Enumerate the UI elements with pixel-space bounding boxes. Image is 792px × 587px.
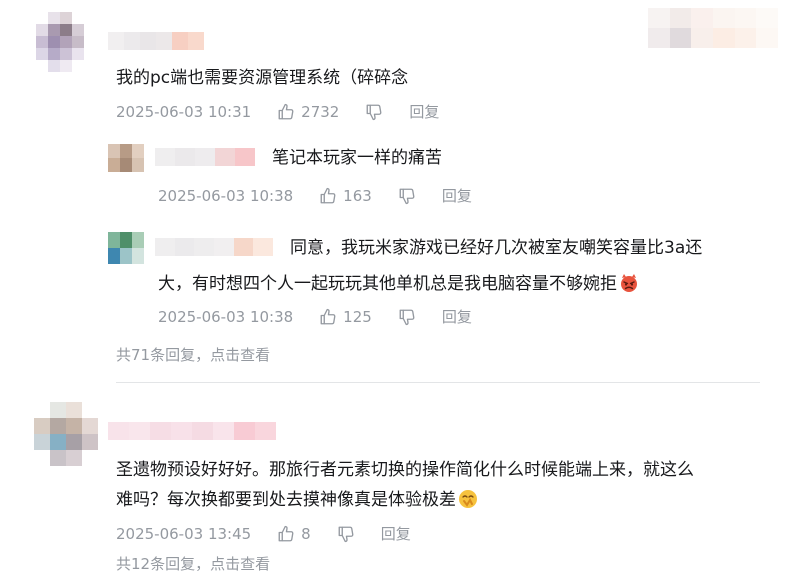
reply-button[interactable]: 回复 xyxy=(442,306,472,327)
dislike-button[interactable] xyxy=(398,308,416,326)
reply-text: 笔记本玩家一样的痛苦 xyxy=(272,148,442,168)
reply-button[interactable]: 回复 xyxy=(381,523,411,544)
comment-meta: 2025-06-03 10:31 2732 回复 xyxy=(116,101,439,122)
comment-text-line-2: 难吗？每次换都要到处去摸神像真是体验极差 xyxy=(116,488,478,512)
reply-username-blurred[interactable] xyxy=(155,148,255,166)
thumbs-down-icon xyxy=(338,526,354,542)
thumbs-up-icon xyxy=(278,103,294,119)
timestamp: 2025-06-03 10:31 xyxy=(116,102,252,121)
avatar[interactable] xyxy=(34,402,98,466)
view-replies-link[interactable]: 点击查看 xyxy=(210,346,270,364)
comment-meta: 2025-06-03 13:45 8 回复 xyxy=(116,523,411,544)
timestamp: 2025-06-03 10:38 xyxy=(158,307,294,326)
thumbs-down-icon xyxy=(399,188,415,204)
view-more-replies: 共71条回复，点击查看 xyxy=(116,344,270,365)
timestamp: 2025-06-03 10:38 xyxy=(158,186,294,205)
reply-count-text: 共71条回复， xyxy=(116,346,211,364)
comment-divider xyxy=(116,382,760,383)
like-count: 125 xyxy=(343,307,372,326)
clapping-face-emoji xyxy=(459,490,477,508)
dislike-button[interactable] xyxy=(337,525,355,543)
dislike-button[interactable] xyxy=(398,187,416,205)
view-more-replies: 共12条回复，点击查看 xyxy=(116,553,270,574)
thumbs-up-icon xyxy=(320,308,336,324)
reply-meta: 2025-06-03 10:38 163 回复 xyxy=(158,185,472,206)
like-button[interactable]: 8 xyxy=(277,525,337,543)
reply-avatar[interactable] xyxy=(108,144,144,172)
like-count: 2732 xyxy=(301,102,340,121)
reply-text-line-2: 大，有时想四个人一起玩玩其他单机总是我电脑容量不够婉拒 xyxy=(158,272,639,296)
thumbs-down-icon xyxy=(399,309,415,325)
like-button[interactable]: 2732 xyxy=(277,103,365,121)
reply-button[interactable]: 回复 xyxy=(442,185,472,206)
reply-avatar[interactable] xyxy=(108,232,144,264)
thumbs-down-icon xyxy=(366,104,382,120)
avatar[interactable] xyxy=(36,12,84,72)
comment-text-line-1: 圣遗物预设好好好。那旅行者元素切换的操作简化什么时候能端上来，就这么 xyxy=(116,460,694,480)
thumbs-up-icon xyxy=(278,525,294,541)
like-count: 163 xyxy=(343,186,372,205)
reply-button[interactable]: 回复 xyxy=(409,101,439,122)
like-button[interactable]: 125 xyxy=(319,308,398,326)
view-replies-link[interactable]: 点击查看 xyxy=(210,555,270,573)
comment-text: 我的pc端也需要资源管理系统（碎碎念 xyxy=(116,68,409,88)
username-blurred[interactable] xyxy=(108,422,276,440)
username-blurred[interactable] xyxy=(108,32,204,50)
like-count: 8 xyxy=(301,524,311,543)
like-button[interactable]: 163 xyxy=(319,187,398,205)
reply-count-text: 共12条回复， xyxy=(116,555,211,573)
reply-meta: 2025-06-03 10:38 125 回复 xyxy=(158,306,472,327)
thumbs-up-icon xyxy=(320,187,336,203)
timestamp: 2025-06-03 13:45 xyxy=(116,524,252,543)
angry-face-emoji xyxy=(621,274,637,292)
dislike-button[interactable] xyxy=(365,103,383,121)
reply-username-blurred[interactable] xyxy=(155,238,273,256)
reply-text-line-1: 同意，我玩米家游戏已经好几次被室友嘲笑容量比3a还 xyxy=(290,238,703,258)
top-right-blurred-avatar xyxy=(648,8,778,48)
